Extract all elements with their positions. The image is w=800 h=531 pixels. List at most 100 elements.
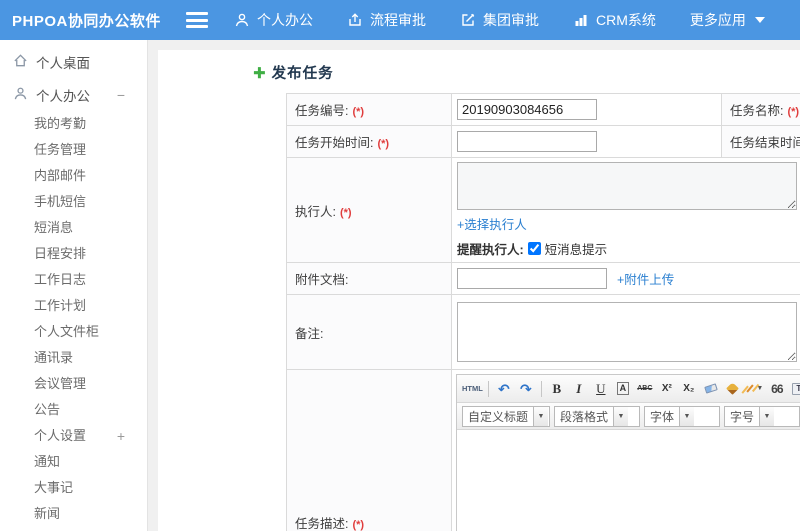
font-bg-button[interactable]: A xyxy=(613,379,633,399)
sidebar-subitem[interactable]: 投票调查 xyxy=(0,527,147,531)
sidebar-subitem-label: 通讯录 xyxy=(34,350,74,365)
end-time-label-cell: 任务结束时间:(*) xyxy=(721,125,800,158)
top-navigation: 个人办公 流程审批 集团审批 CRM系统 更多应用 xyxy=(234,10,765,30)
executor-textarea[interactable] xyxy=(457,162,797,210)
sidebar-subitem[interactable]: 工作日志 xyxy=(0,267,147,293)
paste-text-button[interactable]: T xyxy=(789,379,800,399)
sidebar-subitem[interactable]: 新闻 xyxy=(0,501,147,527)
sidebar-subitem[interactable]: 短消息 xyxy=(0,215,147,241)
font-family-select[interactable]: 字体 ▼ xyxy=(644,405,720,427)
sidebar-item-personal-office[interactable]: 个人办公 − xyxy=(0,78,147,111)
start-time-input[interactable] xyxy=(457,131,597,152)
redo-button[interactable]: ↷ xyxy=(516,379,536,399)
nav-more-apps[interactable]: 更多应用 xyxy=(690,10,765,30)
toolbar-separator xyxy=(487,380,489,397)
sidebar-subitem[interactable]: 通讯录 xyxy=(0,345,147,371)
html-source-button[interactable]: HTML xyxy=(462,379,483,399)
attachment-label-cell: 附件文档: xyxy=(286,262,452,295)
sms-remind-checkbox[interactable] xyxy=(527,242,541,255)
sidebar-subitem[interactable]: 会议管理 xyxy=(0,371,147,397)
nav-personal-office[interactable]: 个人办公 xyxy=(234,10,313,30)
sidebar-subitem[interactable]: 个人文件柜 xyxy=(0,319,147,345)
sidebar: 个人桌面 个人办公 − 我的考勤任务管理 内部邮件 手机短信短消息日程安排工作日志工… xyxy=(0,40,148,531)
superscript-button[interactable]: X² xyxy=(657,379,677,399)
nav-workflow-approval[interactable]: 流程审批 xyxy=(347,10,426,30)
collapse-icon[interactable]: − xyxy=(117,88,125,102)
paragraph-format-select[interactable]: 段落格式 ▼ xyxy=(554,405,640,427)
sidebar-subitem[interactable]: 工作计划 xyxy=(0,293,147,319)
sidebar-subitem[interactable]: 大事记 xyxy=(0,475,147,501)
description-label-cell: 任务描述: (*) xyxy=(286,369,452,531)
rich-text-editor: HTML↶↷BIUAABCX²X₂▼66TA▼ 自定义标题 ▼ 段落格式 ▼ 字… xyxy=(456,374,800,531)
sidebar-subitem-label: 个人文件柜 xyxy=(34,324,100,339)
sidebar-subitem[interactable]: 公告 xyxy=(0,397,147,423)
select-executor-link[interactable]: +选择执行人 xyxy=(457,218,527,232)
underline-button[interactable]: U xyxy=(591,379,611,399)
nav-group-approval[interactable]: 集团审批 xyxy=(460,10,539,30)
blockquote-button[interactable]: 66 xyxy=(767,379,787,399)
user-icon xyxy=(234,12,250,28)
sidebar-item-label: 个人办公 xyxy=(36,88,90,104)
custom-heading-select[interactable]: 自定义标题 ▼ xyxy=(462,405,550,427)
nav-crm-system[interactable]: CRM系统 xyxy=(573,10,656,30)
sidebar-subitem-label: 工作计划 xyxy=(34,298,87,313)
bold-button[interactable]: B xyxy=(547,379,567,399)
chevron-down-icon: ▼ xyxy=(756,385,764,392)
sidebar-subitem[interactable]: 任务管理 xyxy=(0,137,147,163)
task-no-label-cell: 任务编号: (*) xyxy=(286,93,452,126)
sidebar-subitem[interactable]: 日程安排 xyxy=(0,241,147,267)
sidebar-subitem-label: 工作日志 xyxy=(34,272,87,287)
italic-button[interactable]: I xyxy=(569,379,589,399)
editor-content-area[interactable] xyxy=(457,430,800,531)
font-size-select[interactable]: 字号 ▼ xyxy=(724,405,800,427)
task-no-input[interactable] xyxy=(457,99,597,120)
editor-toolbar-main: HTML↶↷BIUAABCX²X₂▼66TA▼ xyxy=(457,375,800,403)
sidebar-subitem-label: 公告 xyxy=(34,402,61,417)
sidebar-subitem-label: 通知 xyxy=(34,454,61,469)
bar-chart-icon xyxy=(573,12,589,28)
page-title-text: 发布任务 xyxy=(271,66,334,82)
undo-button[interactable]: ↶ xyxy=(494,379,514,399)
sidebar-subitem-label: 短消息 xyxy=(34,220,74,235)
expand-icon[interactable]: + xyxy=(117,429,125,443)
quick-format-button[interactable]: ▼ xyxy=(745,379,765,399)
nav-label: 流程审批 xyxy=(370,12,426,28)
sidebar-subitem-label: 个人设置 xyxy=(34,428,87,443)
sidebar-item-label: 个人桌面 xyxy=(36,55,90,71)
sidebar-subitem-label: 新闻 xyxy=(34,506,61,521)
chevron-down-icon: ▼ xyxy=(759,406,775,426)
sidebar-subitem[interactable]: 我的考勤 xyxy=(0,111,147,137)
remove-format-button[interactable] xyxy=(701,379,721,399)
sidebar-subitem-label: 会议管理 xyxy=(34,376,87,391)
home-icon xyxy=(13,53,36,71)
sidebar-submenu: 我的考勤任务管理 内部邮件 手机短信短消息日程安排工作日志工作计划个人文件柜通讯录会… xyxy=(0,111,147,531)
toolbar-separator xyxy=(540,380,542,397)
subscript-button[interactable]: X₂ xyxy=(679,379,699,399)
sidebar-subitem[interactable]: 个人设置 + xyxy=(0,423,147,449)
sidebar-subitem[interactable]: 手机短信 xyxy=(0,189,147,215)
menu-toggle-icon[interactable] xyxy=(186,12,208,28)
edit-icon xyxy=(460,12,476,28)
sms-remind-label: 短消息提示 xyxy=(544,243,608,257)
strikethrough-button[interactable]: ABC xyxy=(635,379,655,399)
task-form: 任务编号:(*) 任务名称:(*) 任务开始时间:(*) 任务结束时间:(*) xyxy=(286,93,800,531)
format-painter-button[interactable] xyxy=(723,379,743,399)
plus-icon: ✚ xyxy=(253,64,266,82)
sidebar-subitem[interactable]: 内部邮件 xyxy=(0,163,147,189)
task-name-label-cell: 任务名称: (*) xyxy=(721,93,800,126)
user-icon xyxy=(13,86,36,104)
sidebar-subitem-label: 我的考勤 xyxy=(34,116,87,131)
sidebar-item-personal-desktop[interactable]: 个人桌面 xyxy=(0,45,147,78)
attachment-input[interactable] xyxy=(457,268,607,289)
remark-textarea[interactable] xyxy=(457,302,797,362)
sidebar-subitem[interactable]: 通知 xyxy=(0,449,147,475)
nav-label: CRM系统 xyxy=(596,12,656,28)
page-title: ✚ 发布任务 xyxy=(253,62,800,83)
app-logo: PHPOA协同办公软件 xyxy=(12,12,161,30)
chevron-down-icon xyxy=(754,17,765,23)
start-time-label-cell: 任务开始时间: (*) xyxy=(286,125,452,158)
remark-label-cell: 备注: xyxy=(286,294,452,370)
chevron-down-icon: ▼ xyxy=(533,406,549,426)
process-icon xyxy=(347,12,363,28)
attachment-upload-link[interactable]: +附件上传 xyxy=(617,269,674,288)
